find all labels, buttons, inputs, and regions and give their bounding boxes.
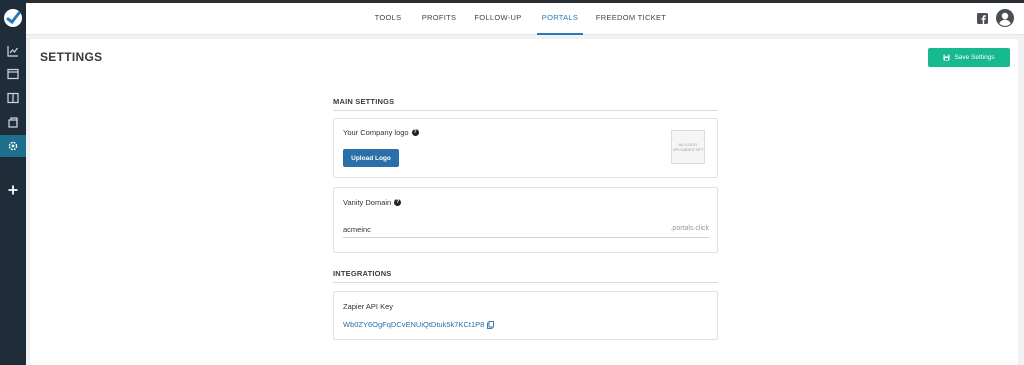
tab-tools[interactable]: TOOLS [369,3,407,35]
logo-placeholder: NO LOGO UPLOADED YET [671,130,705,164]
help-icon[interactable]: ? [411,129,419,136]
portals-icon [8,117,18,128]
sidebar-item-pages[interactable] [0,63,26,85]
browser-window-icon [7,68,19,80]
save-settings-label: Save Settings [954,54,995,61]
tab-portals[interactable]: PORTALS [537,3,583,35]
gear-icon [8,141,18,151]
sidebar-item-layout[interactable] [0,87,26,109]
vanity-domain-field[interactable]: acmeinc .portals.click [343,224,709,238]
main-settings-heading: MAIN SETTINGS [333,97,718,111]
company-logo-label: Your Company logo ? [343,128,419,137]
save-icon [943,54,950,61]
vanity-domain-suffix: .portals.click [670,225,709,232]
vanity-domain-panel: Vanity Domain ? acmeinc .portals.click [333,187,718,253]
logo-placeholder-text: NO LOGO UPLOADED YET [672,142,704,152]
vanity-domain-label: Vanity Domain ? [343,198,402,207]
tab-freedom-ticket[interactable]: FREEDOM TICKET [595,3,667,35]
chart-line-icon [7,46,18,57]
company-logo-label-text: Your Company logo [343,128,409,137]
copy-icon[interactable] [487,320,495,329]
sidebar [0,0,26,365]
sidebar-item-portals[interactable] [0,111,26,133]
user-avatar-icon[interactable] [996,9,1014,32]
tab-profits[interactable]: PROFITS [419,3,459,35]
zapier-api-key-label: Zapier API Key [343,302,394,311]
zapier-api-key[interactable]: Wb0ZY6OgFqDCvENUiQtDtuk5k7KCt1P8 [343,320,495,329]
sidebar-item-analytics[interactable] [0,40,26,62]
top-header: TOOLS PROFITS FOLLOW-UP PORTALS FREEDOM … [26,3,1024,35]
facebook-icon[interactable] [977,11,988,29]
zapier-api-key-value: Wb0ZY6OgFqDCvENUiQtDtuk5k7KCt1P8 [343,320,485,329]
help-icon[interactable]: ? [394,199,402,206]
sidebar-item-add[interactable] [0,179,26,201]
columns-icon [7,92,19,104]
app-logo-icon[interactable] [3,8,23,28]
integrations-heading: INTEGRATIONS [333,269,718,283]
main-nav: TOOLS PROFITS FOLLOW-UP PORTALS FREEDOM … [26,3,1024,35]
tab-follow-up[interactable]: FOLLOW-UP [473,3,523,35]
plus-icon [8,185,18,195]
zapier-panel: Zapier API Key Wb0ZY6OgFqDCvENUiQtDtuk5k… [333,291,718,340]
save-settings-button[interactable]: Save Settings [928,48,1010,67]
vanity-domain-label-text: Vanity Domain [343,198,392,207]
page-title: SETTINGS [40,50,103,64]
sidebar-item-settings[interactable] [0,135,26,157]
upload-logo-button[interactable]: Upload Logo [343,149,399,167]
company-logo-panel: Your Company logo ? Upload Logo NO LOGO … [333,118,718,178]
vanity-domain-value: acmeinc [343,225,371,234]
